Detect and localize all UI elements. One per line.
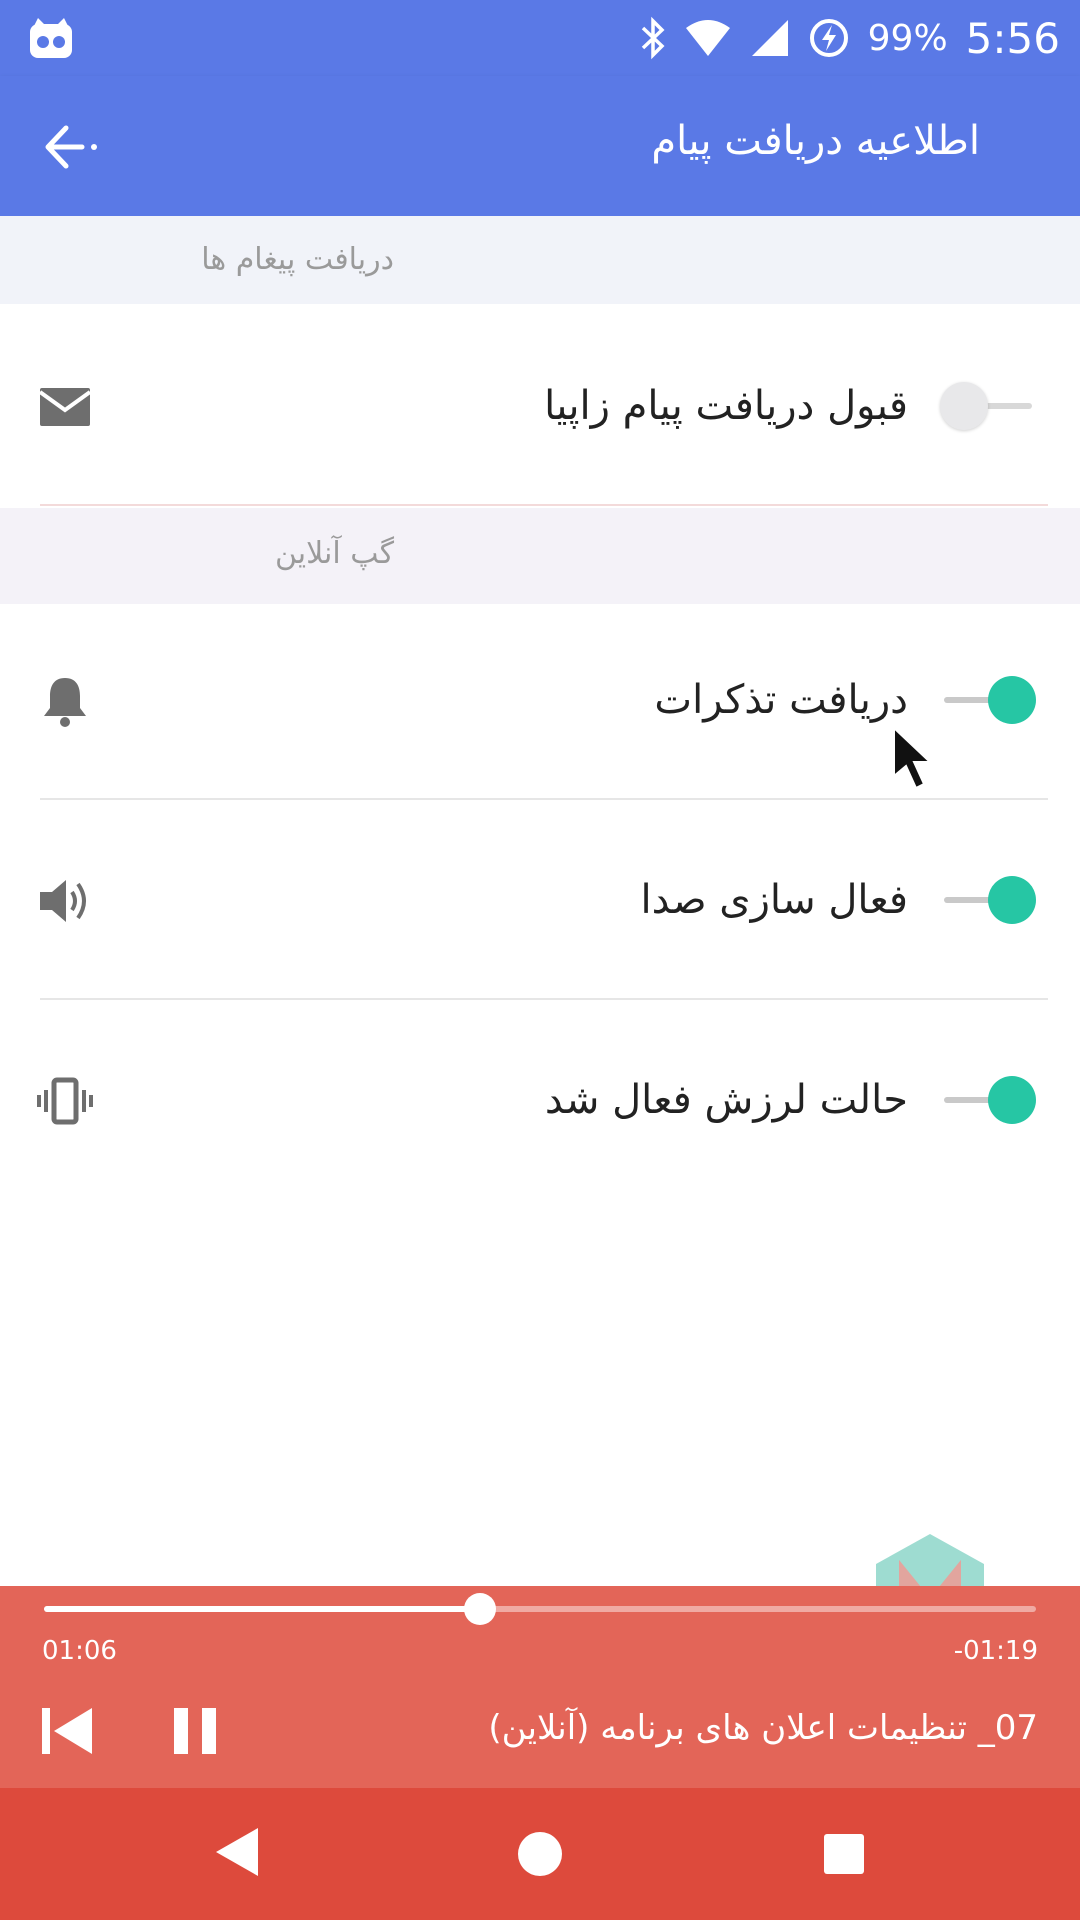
remaining-time: -01:19 xyxy=(953,1636,1038,1666)
elapsed-time: 01:06 xyxy=(42,1636,117,1666)
system-nav-bar xyxy=(0,1788,1080,1920)
media-player: 01:06 -01:19 07_ تنظیمات اعلان های برنام… xyxy=(0,1586,1080,1788)
vibrate-toggle[interactable] xyxy=(940,1076,1036,1124)
page-title: اطلاعیه دریافت پیام xyxy=(651,118,980,164)
setting-label: فعال سازی صدا xyxy=(640,877,909,923)
skip-previous-icon[interactable] xyxy=(40,1706,94,1756)
speaker-icon xyxy=(40,880,86,922)
cell-signal-icon xyxy=(751,20,788,56)
nav-recents-icon[interactable] xyxy=(824,1834,864,1874)
switch-thumb xyxy=(940,382,988,430)
clock: 5:56 xyxy=(965,13,1060,63)
seek-bar[interactable] xyxy=(44,1593,1036,1625)
seek-progress xyxy=(44,1606,481,1612)
enable-sound-toggle[interactable] xyxy=(940,876,1036,924)
accept-messages-toggle[interactable] xyxy=(940,382,1036,430)
pause-icon[interactable] xyxy=(168,1704,222,1758)
section-title: گپ آنلاین xyxy=(274,536,394,571)
setting-label: دریافت تذکرات xyxy=(654,677,908,723)
section-title: دریافت پیغام ها xyxy=(201,242,394,277)
section-header-messages: دریافت پیغام ها xyxy=(0,216,1080,304)
mouse-cursor-icon xyxy=(893,726,933,790)
track-title: 07_ تنظیمات اعلان های برنامه (آنلاین) xyxy=(488,1708,1038,1748)
switch-thumb xyxy=(988,1076,1036,1124)
arrow-left-icon[interactable] xyxy=(40,114,106,180)
setting-label: قبول دریافت پیام زاپیا xyxy=(544,383,908,429)
setting-row-enable-sound[interactable]: فعال سازی صدا xyxy=(0,800,1080,1000)
app-toolbar: اطلاعیه دریافت پیام xyxy=(0,76,1080,216)
setting-row-vibrate[interactable]: حالت لرزش فعال شد xyxy=(0,1000,1080,1200)
switch-thumb xyxy=(988,876,1036,924)
wifi-icon xyxy=(685,20,730,56)
switch-thumb xyxy=(988,676,1036,724)
vibrate-icon xyxy=(37,1077,93,1125)
divider xyxy=(40,504,1048,506)
nav-back-icon[interactable] xyxy=(214,1826,260,1878)
envelope-icon xyxy=(38,388,92,426)
bluetooth-icon xyxy=(641,16,665,60)
bell-icon xyxy=(44,678,86,727)
section-header-online-chat: گپ آنلاین xyxy=(0,508,1080,604)
nav-home-icon[interactable] xyxy=(518,1832,562,1876)
setting-label: حالت لرزش فعال شد xyxy=(544,1077,908,1123)
seek-thumb[interactable] xyxy=(464,1593,497,1625)
receive-notifications-toggle[interactable] xyxy=(940,676,1036,724)
status-bar: 99% 5:56 xyxy=(0,0,1080,76)
setting-row-accept-messages[interactable]: قبول دریافت پیام زاپیا xyxy=(0,306,1080,506)
cyanogen-mod-icon xyxy=(30,18,72,58)
battery-charging-icon xyxy=(809,19,848,57)
battery-percentage: 99% xyxy=(867,17,948,59)
